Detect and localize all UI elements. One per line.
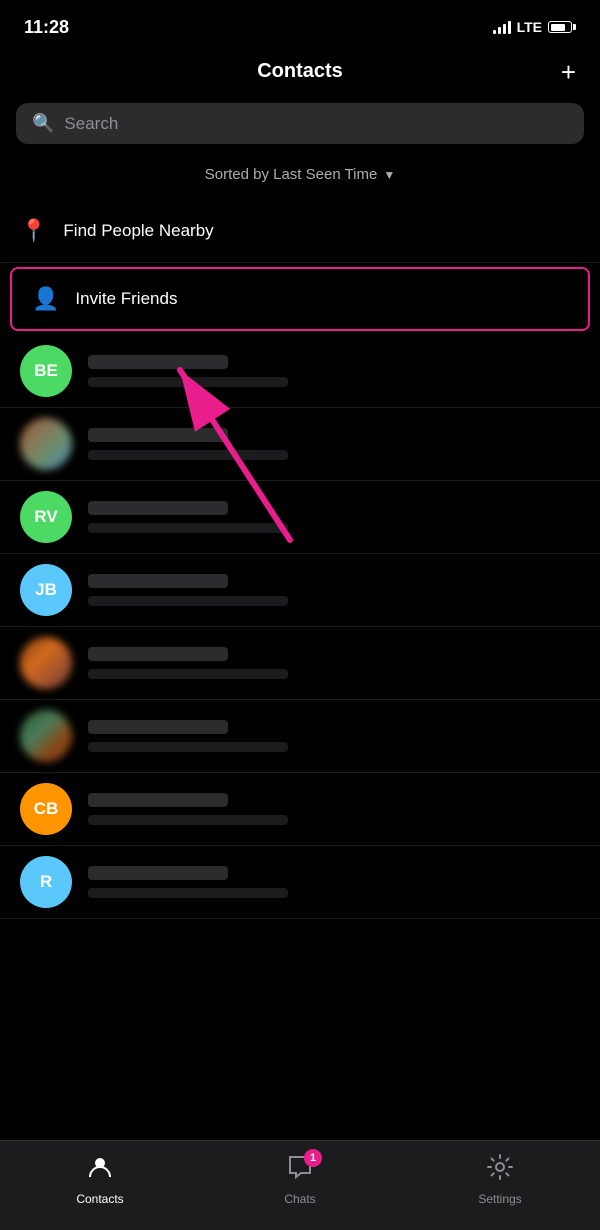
add-contact-button[interactable]: + <box>561 59 576 85</box>
contact-status <box>88 888 288 898</box>
list-item[interactable]: RV <box>0 481 600 554</box>
avatar: CB <box>20 783 72 835</box>
contact-status <box>88 669 288 679</box>
avatar <box>20 418 72 470</box>
settings-tab-icon <box>486 1153 514 1188</box>
contact-status <box>88 377 288 387</box>
avatar: JB <box>20 564 72 616</box>
list-item[interactable] <box>0 627 600 700</box>
chats-badge: 1 <box>304 1149 322 1167</box>
contact-name <box>88 428 228 442</box>
status-icons: LTE <box>493 19 576 35</box>
header: Contacts + <box>0 50 600 97</box>
status-time: 11:28 <box>24 17 69 38</box>
contact-name <box>88 355 228 369</box>
contact-info <box>88 793 580 825</box>
sort-row[interactable]: Sorted by Last Seen Time ▼ <box>0 156 600 199</box>
list-item[interactable]: BE <box>0 335 600 408</box>
contact-info <box>88 574 580 606</box>
contact-info <box>88 428 580 460</box>
page-title: Contacts <box>257 60 343 83</box>
invite-friends-icon: 👤 <box>32 286 59 312</box>
contact-status <box>88 596 288 606</box>
list-item[interactable]: CB <box>0 773 600 846</box>
sort-arrow-icon: ▼ <box>383 168 395 182</box>
search-icon: 🔍 <box>32 113 54 134</box>
settings-tab-label: Settings <box>478 1192 521 1206</box>
signal-icon <box>493 20 511 34</box>
location-icon: 📍 <box>20 218 47 244</box>
contact-info <box>88 501 580 533</box>
list-item[interactable] <box>0 408 600 481</box>
contact-name <box>88 647 228 661</box>
search-input[interactable]: Search <box>64 114 118 134</box>
contact-info <box>88 647 580 679</box>
contact-name <box>88 793 228 807</box>
chats-tab-icon: 1 <box>286 1153 314 1188</box>
contact-status <box>88 742 288 752</box>
contact-status <box>88 523 288 533</box>
contact-info <box>88 720 580 752</box>
avatar <box>20 637 72 689</box>
avatar <box>20 710 72 762</box>
sort-label: Sorted by Last Seen Time <box>205 166 378 183</box>
list-item[interactable]: R <box>0 846 600 919</box>
contact-status <box>88 815 288 825</box>
tab-chats[interactable]: 1 Chats <box>200 1153 400 1206</box>
avatar: R <box>20 856 72 908</box>
contact-name <box>88 574 228 588</box>
avatar: RV <box>20 491 72 543</box>
search-bar[interactable]: 🔍 Search <box>16 103 584 144</box>
chats-tab-label: Chats <box>284 1192 315 1206</box>
avatar: BE <box>20 345 72 397</box>
contact-name <box>88 501 228 515</box>
status-bar: 11:28 LTE <box>0 0 600 50</box>
contacts-tab-icon <box>86 1153 114 1188</box>
contact-info <box>88 866 580 898</box>
find-people-nearby-item[interactable]: 📍 Find People Nearby <box>0 199 600 263</box>
tab-bar: Contacts 1 Chats Settings <box>0 1140 600 1230</box>
tab-contacts[interactable]: Contacts <box>0 1153 200 1206</box>
battery-icon <box>548 21 576 33</box>
contact-name <box>88 866 228 880</box>
contact-info <box>88 355 580 387</box>
list-item[interactable]: JB <box>0 554 600 627</box>
lte-label: LTE <box>517 19 542 35</box>
find-people-label: Find People Nearby <box>63 221 213 241</box>
list-item[interactable] <box>0 700 600 773</box>
invite-friends-item[interactable]: 👤 Invite Friends <box>10 267 590 331</box>
tab-settings[interactable]: Settings <box>400 1153 600 1206</box>
contacts-tab-label: Contacts <box>76 1192 123 1206</box>
contacts-list: 📍 Find People Nearby 👤 Invite Friends BE… <box>0 199 600 919</box>
invite-friends-label: Invite Friends <box>75 289 177 309</box>
search-container: 🔍 Search <box>0 97 600 156</box>
contact-name <box>88 720 228 734</box>
contact-status <box>88 450 288 460</box>
